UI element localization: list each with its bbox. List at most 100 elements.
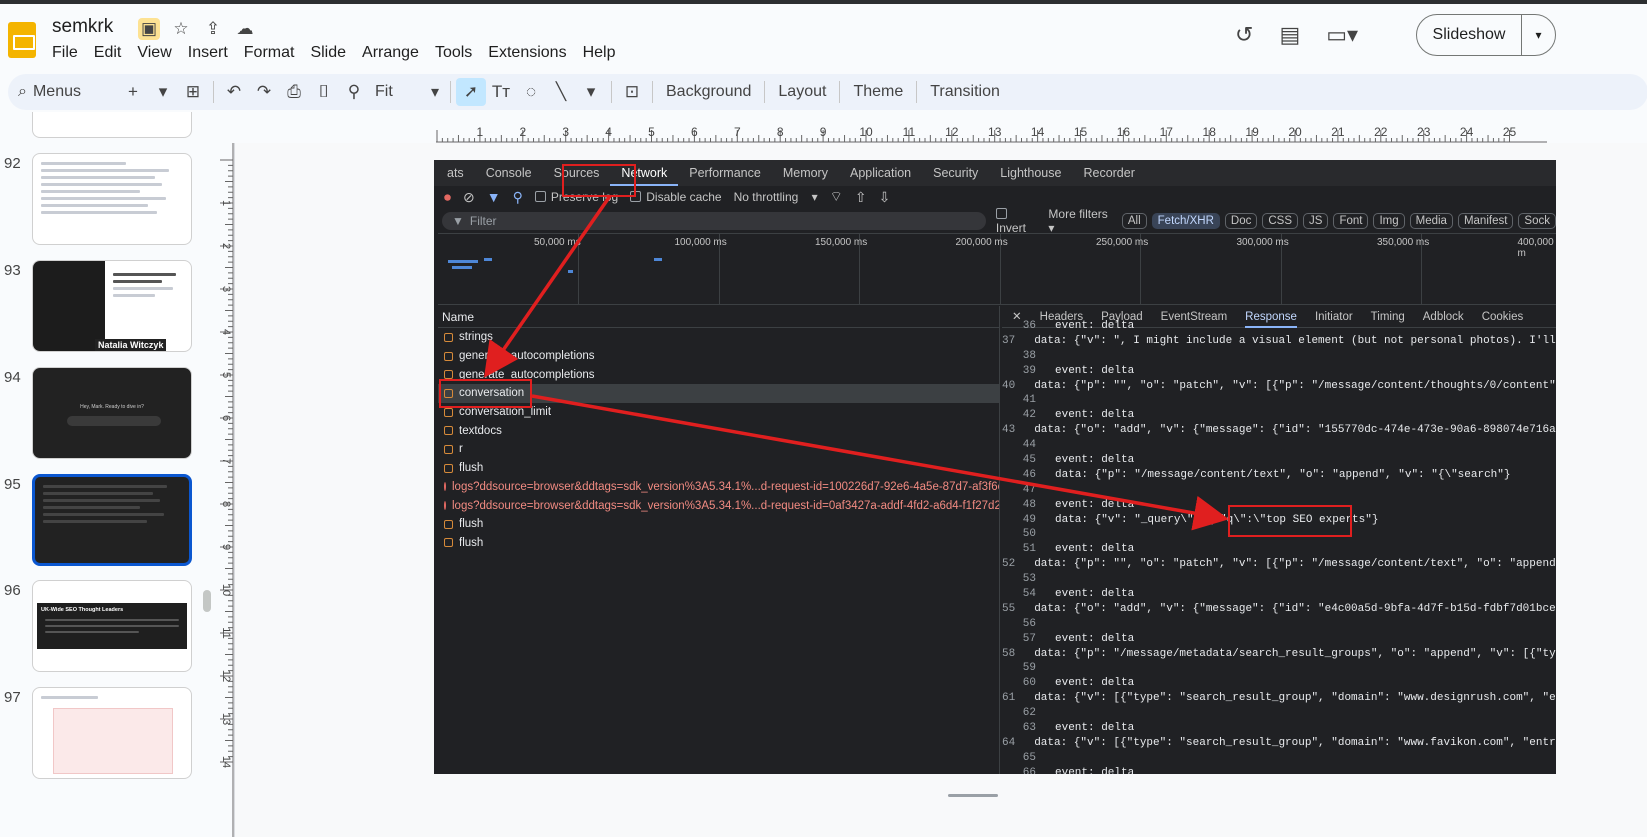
devtools-tab-application[interactable]: Application	[839, 160, 922, 186]
devtools-tab-ats[interactable]: ats	[436, 160, 475, 186]
add-slide-icon[interactable]: ⊞	[178, 78, 208, 106]
clear-icon[interactable]: ⊘	[463, 189, 475, 206]
request-row[interactable]: generate_autocompletions	[438, 347, 999, 366]
slide-thumbnail-partial[interactable]	[32, 112, 192, 138]
more-filters-select[interactable]: More filters ▾	[1048, 207, 1111, 235]
menu-edit[interactable]: Edit	[86, 42, 130, 64]
devtools-tab-memory[interactable]: Memory	[772, 160, 839, 186]
filter-chip-js[interactable]: JS	[1303, 213, 1329, 229]
menu-file[interactable]: File	[44, 42, 86, 64]
devtools-tab-performance[interactable]: Performance	[678, 160, 772, 186]
line-dropdown-icon[interactable]: ▾	[576, 78, 606, 106]
slides-logo-icon[interactable]	[8, 22, 36, 58]
slide-thumbnail[interactable]	[32, 687, 192, 779]
throttling-select[interactable]: No throttling ▾	[734, 190, 818, 204]
menu-help[interactable]: Help	[575, 42, 624, 64]
request-row[interactable]: logs?ddsource=browser&ddtags=sdk_version…	[438, 478, 999, 497]
undo-icon[interactable]: ↶	[219, 78, 249, 106]
background-button[interactable]: Background	[658, 83, 759, 101]
export-har-icon[interactable]: ⇩	[879, 189, 891, 206]
request-row[interactable]: flush	[438, 459, 999, 478]
slide-row[interactable]: 97	[0, 687, 222, 785]
line-icon[interactable]: ╲	[546, 78, 576, 106]
layout-button[interactable]: Layout	[770, 83, 834, 101]
network-conditions-icon[interactable]: ⌔	[830, 188, 843, 206]
vertical-ruler[interactable]: 1234567891011121314	[214, 143, 234, 837]
import-har-icon[interactable]: ⇧	[855, 189, 867, 206]
slide-thumbnail[interactable]: Hey, Mark. Ready to dive in?	[32, 367, 192, 459]
request-row[interactable]: textdocs	[438, 421, 999, 440]
filter-chip-media[interactable]: Media	[1409, 213, 1453, 229]
filmstrip-scrollbar[interactable]	[203, 590, 211, 612]
filter-chip-doc[interactable]: Doc	[1224, 213, 1258, 229]
comment-add-icon[interactable]: ⊡	[617, 78, 647, 106]
menus-search[interactable]: ⌕ Menus	[18, 83, 118, 101]
filter-chip-sock[interactable]: Sock	[1518, 213, 1556, 229]
slide-row[interactable]: 96 UK-Wide SEO Thought Leaders	[0, 580, 222, 678]
filter-icon[interactable]: ▼	[487, 189, 501, 205]
slideshow-dropdown-icon[interactable]: ▾	[1521, 15, 1555, 55]
slide-row-selected[interactable]: 95	[0, 474, 222, 572]
name-column-header[interactable]: Name	[438, 306, 999, 328]
menu-insert[interactable]: Insert	[180, 42, 236, 64]
slideshow-button[interactable]: Slideshow ▾	[1416, 14, 1556, 56]
filter-chip-css[interactable]: CSS	[1262, 213, 1299, 229]
shape-icon[interactable]: ◌	[516, 78, 546, 106]
redo-icon[interactable]: ↷	[249, 78, 279, 106]
move-icon[interactable]: ⇪	[202, 18, 224, 40]
devtools-tab-recorder[interactable]: Recorder	[1072, 160, 1145, 186]
slide-row[interactable]: 93 Natalia Witczyk	[0, 260, 222, 358]
history-icon[interactable]: ↺	[1235, 22, 1253, 48]
network-overview-timeline[interactable]: 50,000 ms 100,000 ms 150,000 ms 200,000 ms 2…	[438, 233, 1556, 305]
devtools-tab-console[interactable]: Console	[475, 160, 543, 186]
menu-arrange[interactable]: Arrange	[354, 42, 427, 64]
speaker-notes-handle[interactable]	[948, 794, 998, 797]
paint-format-icon[interactable]: ⌷	[309, 78, 339, 106]
record-stop-icon[interactable]: ⏺	[444, 189, 451, 206]
present-icon[interactable]: ▣	[138, 18, 160, 40]
print-icon[interactable]: ⎙	[279, 78, 309, 106]
filter-chip-font[interactable]: Font	[1333, 213, 1369, 229]
request-row[interactable]: logs?ddsource=browser&ddtags=sdk_version…	[438, 496, 999, 515]
new-slide-dropdown-icon[interactable]: ▾	[148, 78, 178, 106]
request-row[interactable]: r	[438, 440, 999, 459]
request-row[interactable]: flush	[438, 534, 999, 553]
new-slide-icon[interactable]: +	[118, 78, 148, 106]
video-call-icon[interactable]: ▭▾	[1326, 22, 1358, 48]
slide-thumbnail[interactable]: UK-Wide SEO Thought Leaders	[32, 580, 192, 672]
comments-icon[interactable]: ▤	[1279, 22, 1300, 48]
transition-button[interactable]: Transition	[922, 83, 1008, 101]
slide-row[interactable]: 92	[0, 153, 222, 251]
theme-button[interactable]: Theme	[845, 83, 911, 101]
slide-row[interactable]: 94 Hey, Mark. Ready to dive in?	[0, 367, 222, 465]
slide-thumbnail[interactable]: Natalia Witczyk	[32, 260, 192, 352]
slide-thumbnail[interactable]	[32, 153, 192, 245]
request-row[interactable]: flush	[438, 515, 999, 534]
search-icon[interactable]: ⚲	[513, 189, 523, 206]
filter-chip-manifest[interactable]: Manifest	[1457, 213, 1514, 229]
filter-input[interactable]: ▼ Filter	[442, 212, 986, 230]
horizontal-ruler[interactable]: 1 2 3 4 5 6 7 8 9 10 11 12 13 14 15 16 17 18 19 20 21 22 23 24 2…	[436, 124, 1547, 143]
invert-checkbox[interactable]: Invert	[995, 207, 1039, 235]
cloud-status-icon[interactable]: ☁	[234, 18, 256, 40]
star-icon[interactable]: ☆	[170, 18, 192, 40]
filter-chip-fetchxhr[interactable]: Fetch/XHR	[1151, 213, 1220, 229]
menu-view[interactable]: View	[129, 42, 179, 64]
document-title[interactable]: semkrk	[52, 16, 113, 38]
devtools-tab-lighthouse[interactable]: Lighthouse	[989, 160, 1072, 186]
zoom-icon[interactable]: ⚲	[339, 78, 369, 106]
menu-tools[interactable]: Tools	[427, 42, 480, 64]
filter-chip-all[interactable]: All	[1121, 213, 1147, 229]
select-tool-icon[interactable]: ➚	[456, 78, 486, 106]
menu-slide[interactable]: Slide	[302, 42, 354, 64]
filter-chip-img[interactable]: Img	[1373, 213, 1405, 229]
menu-extensions[interactable]: Extensions	[480, 42, 574, 64]
slide-thumbnail[interactable]	[32, 474, 192, 566]
zoom-select[interactable]: Fit ▾	[369, 82, 445, 102]
slide-filmstrip[interactable]: 92 93 Natalia Witczyk 94 Hey, Mark. Read…	[0, 112, 222, 837]
text-box-icon[interactable]: Tт	[486, 78, 516, 106]
menu-format[interactable]: Format	[236, 42, 303, 64]
request-row[interactable]: strings	[438, 328, 999, 347]
devtools-tab-security[interactable]: Security	[922, 160, 989, 186]
disable-cache-checkbox[interactable]: Disable cache	[630, 190, 722, 204]
